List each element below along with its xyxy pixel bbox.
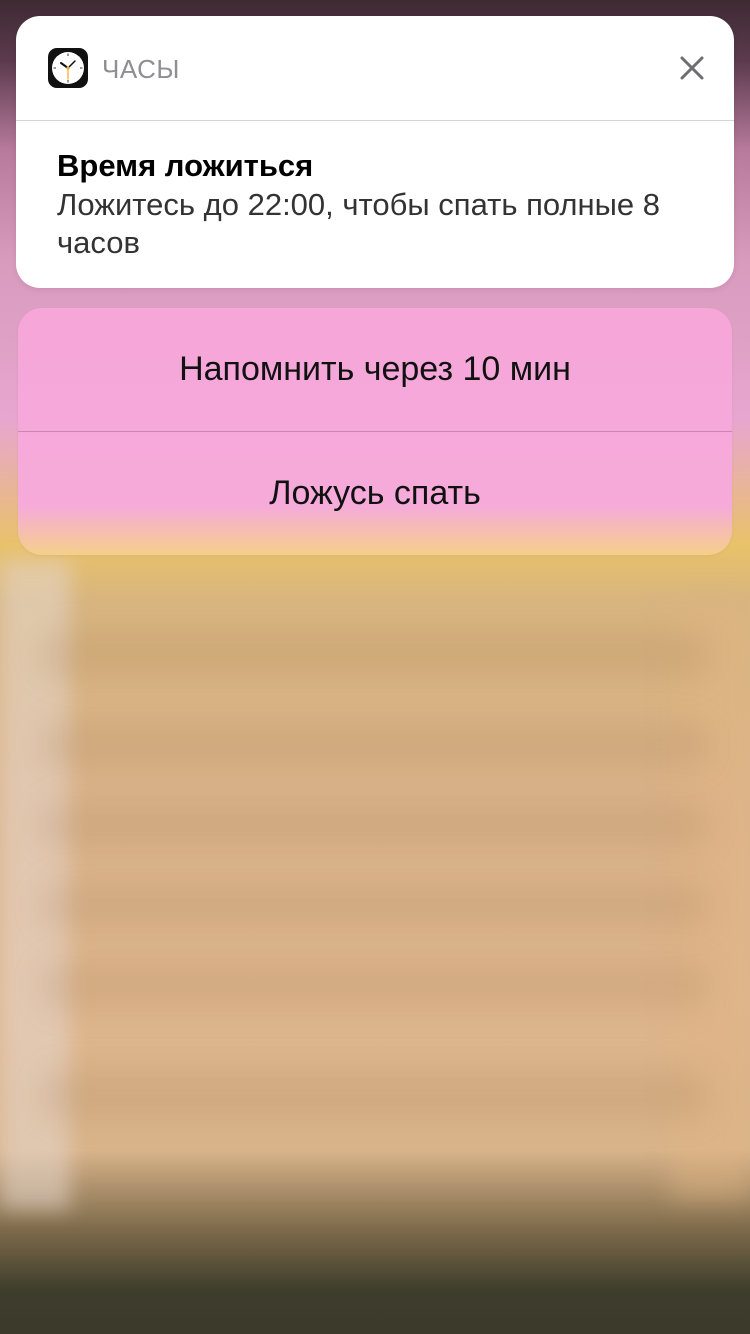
notification-actions: Напомнить через 10 мин Ложусь спать	[18, 308, 732, 555]
blurred-left-panel	[0, 560, 70, 1210]
notification-title: Время ложиться	[57, 148, 314, 183]
remind-in-10-min-button[interactable]: Напомнить через 10 мин	[18, 308, 732, 431]
notification-card[interactable]: ЧАСЫ Время ложиться Ложитесь до 22:00, ч…	[16, 16, 734, 288]
blurred-row	[40, 1070, 710, 1120]
close-icon[interactable]	[672, 48, 712, 88]
blurred-row	[40, 630, 710, 680]
blurred-row	[40, 720, 710, 770]
blurred-row	[40, 880, 710, 930]
blurred-right-panel	[670, 600, 750, 1200]
blurred-row	[40, 960, 710, 1010]
notification-message: Ложитесь до 22:00, чтобы спать полные 8 …	[57, 187, 661, 260]
going-to-sleep-button[interactable]: Ложусь спать	[18, 431, 732, 555]
app-name: ЧАСЫ	[102, 54, 180, 84]
blurred-row	[40, 800, 710, 850]
notification-body: Время ложиться Ложитесь до 22:00, чтобы …	[16, 121, 734, 262]
notification-header: ЧАСЫ	[16, 16, 734, 121]
clock-icon	[48, 48, 88, 88]
